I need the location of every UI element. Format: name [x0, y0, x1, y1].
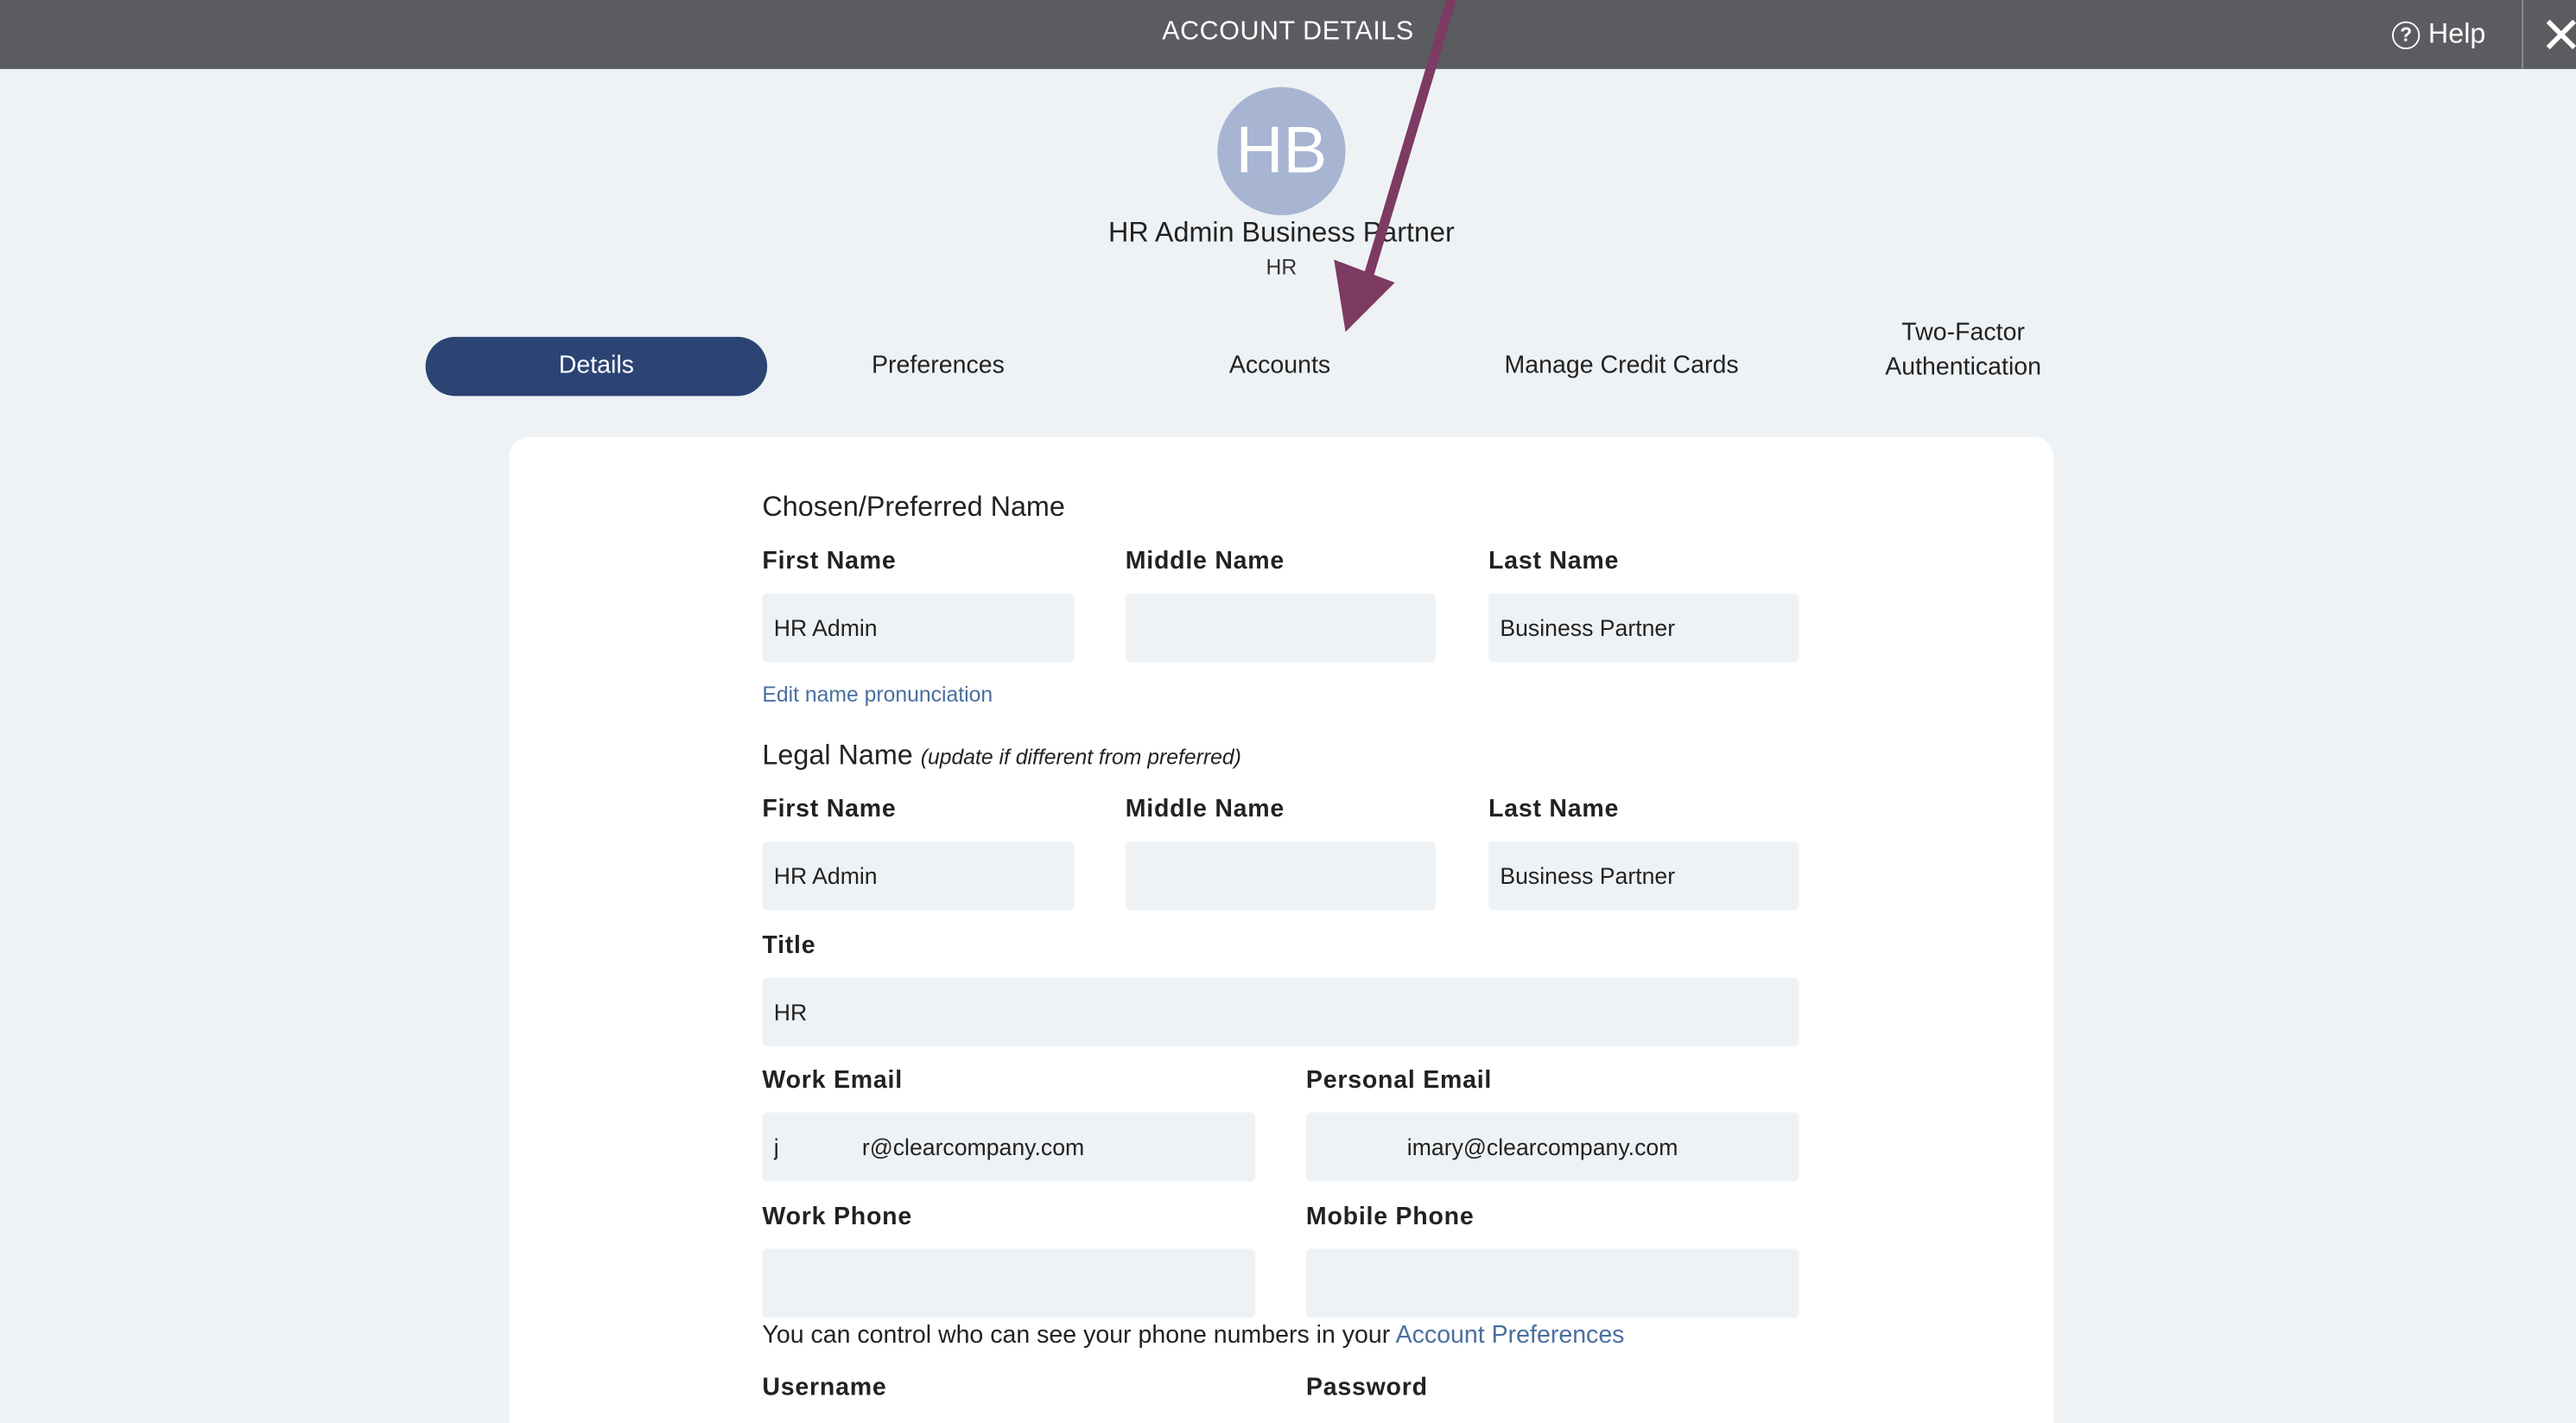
help-label: Help — [2427, 17, 2486, 50]
tab-two-factor-authentication[interactable]: Two-Factor Authentication — [1792, 315, 2135, 381]
top-bar: ACCOUNT DETAILS ? Help — [0, 0, 2576, 69]
legal-middle-name-label: Middle Name — [1125, 795, 1285, 823]
personal-email-input[interactable] — [1305, 1112, 1799, 1182]
work-email-label: Work Email — [762, 1066, 903, 1095]
tab-preferences[interactable]: Preferences — [767, 337, 1109, 396]
details-form-card — [509, 436, 2054, 1423]
close-icon[interactable] — [2543, 15, 2576, 54]
preferred-first-name-label: First Name — [762, 547, 897, 575]
legal-last-name-label: Last Name — [1488, 795, 1620, 823]
phone-note-text: You can control who can see your phone n… — [762, 1321, 1391, 1350]
personal-email-label: Personal Email — [1305, 1066, 1493, 1095]
legal-first-name-input[interactable] — [762, 841, 1075, 911]
legal-name-section-title: Legal Name (update if different from pre… — [762, 740, 1240, 772]
legal-first-name-label: First Name — [762, 795, 897, 823]
tab-accounts[interactable]: Accounts — [1109, 337, 1451, 396]
password-label: Password — [1305, 1373, 1428, 1402]
work-phone-label: Work Phone — [762, 1203, 912, 1231]
header-divider — [2522, 0, 2524, 69]
user-title: HR — [1266, 254, 1298, 280]
tab-manage-credit-cards[interactable]: Manage Credit Cards — [1450, 337, 1792, 396]
work-phone-input[interactable] — [762, 1248, 1255, 1318]
question-circle-icon: ? — [2392, 20, 2421, 49]
preferred-first-name-input[interactable] — [762, 593, 1075, 663]
phone-visibility-note: You can control who can see your phone n… — [762, 1321, 1624, 1349]
preferred-name-section-title: Chosen/Preferred Name — [762, 491, 1065, 523]
tab-bar: Details Preferences Accounts Manage Cred… — [425, 315, 2069, 414]
username-label: Username — [762, 1373, 887, 1402]
legal-name-title: Legal Name — [762, 739, 913, 771]
page-title: ACCOUNT DETAILS — [1162, 17, 1414, 47]
legal-middle-name-input[interactable] — [1125, 841, 1437, 911]
edit-name-pronunciation-link[interactable]: Edit name pronunciation — [762, 682, 993, 707]
preferred-last-name-input[interactable] — [1488, 593, 1799, 663]
preferred-last-name-label: Last Name — [1488, 547, 1620, 575]
avatar: HB — [1217, 86, 1346, 216]
tab-details[interactable]: Details — [425, 336, 768, 397]
account-preferences-link[interactable]: Account Preferences — [1396, 1321, 1625, 1349]
title-input[interactable] — [762, 977, 1799, 1047]
help-button[interactable]: ? Help — [2392, 18, 2485, 51]
mobile-phone-input[interactable] — [1305, 1248, 1799, 1318]
preferred-middle-name-input[interactable] — [1125, 593, 1437, 663]
preferred-middle-name-label: Middle Name — [1125, 547, 1285, 575]
work-email-input[interactable] — [762, 1112, 1255, 1182]
title-label: Title — [762, 931, 816, 960]
mobile-phone-label: Mobile Phone — [1305, 1203, 1475, 1231]
legal-last-name-input[interactable] — [1488, 841, 1799, 911]
user-name: HR Admin Business Partner — [1108, 217, 1455, 249]
tab-label-line2: Authentication — [1885, 353, 2042, 382]
tab-label-line1: Two-Factor — [1901, 318, 2025, 347]
legal-name-hint: (update if different from preferred) — [920, 744, 1241, 770]
